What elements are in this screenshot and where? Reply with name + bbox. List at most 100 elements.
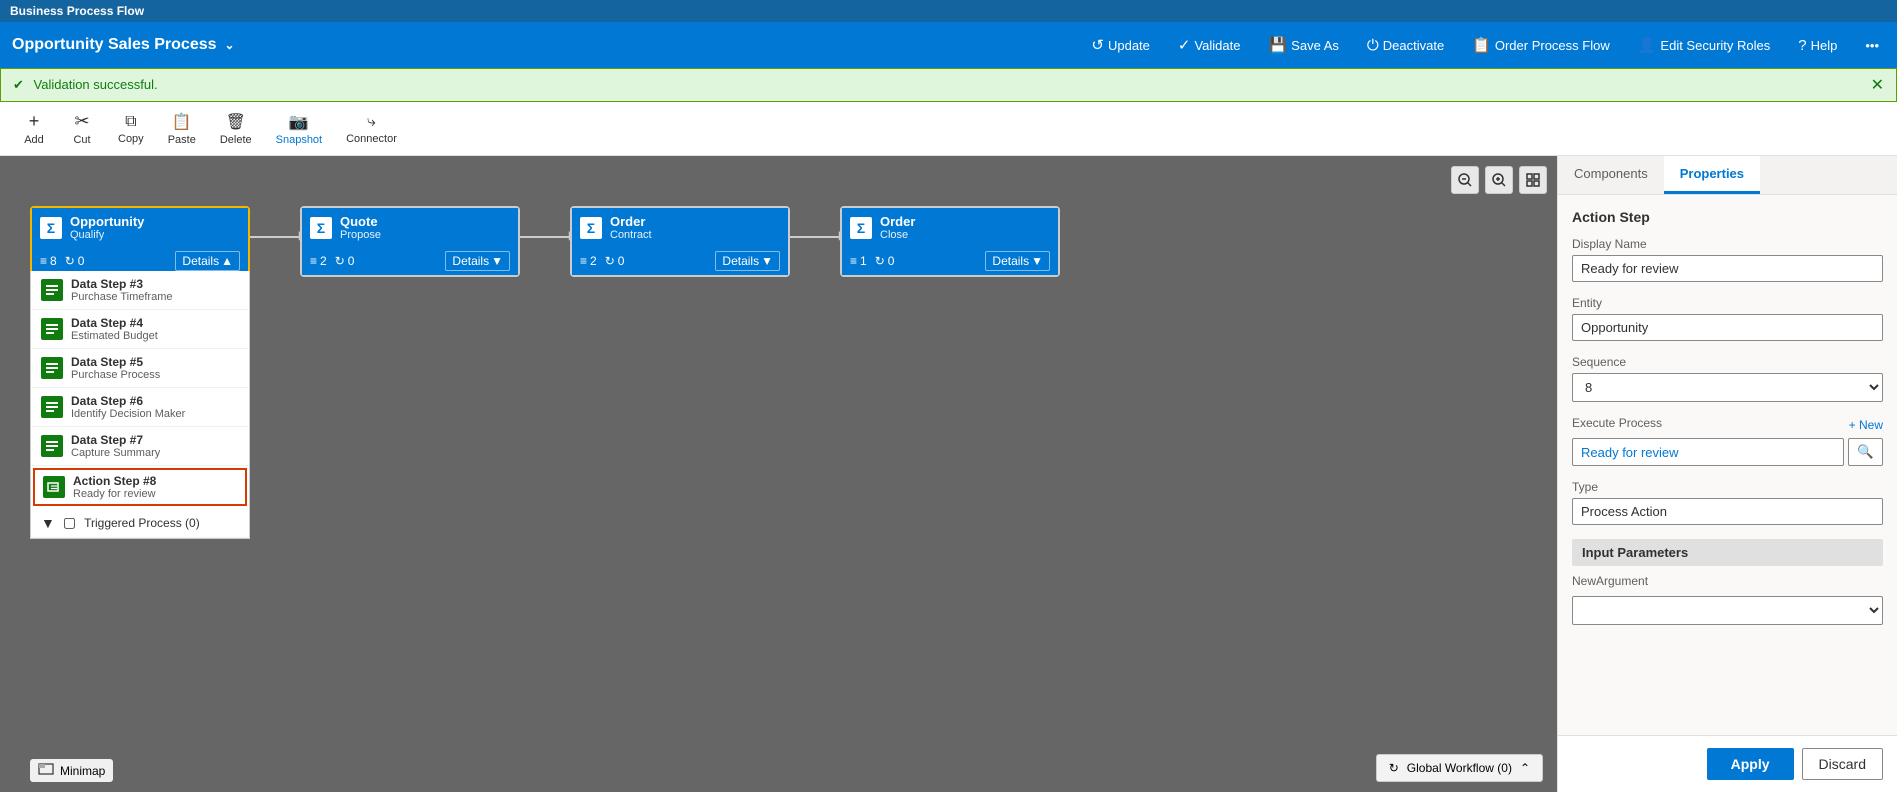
- conditions-icon: ↻: [875, 254, 885, 268]
- nav-left: Opportunity Sales Process ⌄: [12, 36, 235, 54]
- snapshot-button[interactable]: 📷 Snapshot: [266, 108, 332, 150]
- zoom-out-button[interactable]: [1451, 166, 1479, 194]
- snapshot-label: Snapshot: [276, 134, 322, 146]
- stage-order-close[interactable]: Σ Order Close ≡ 1 ↻ 0: [840, 206, 1060, 277]
- global-workflow-collapse-icon[interactable]: ⌃: [1520, 761, 1530, 775]
- edit-security-roles-icon: 👤: [1638, 36, 1657, 54]
- step7-title: Data Step #7: [71, 433, 160, 447]
- order-process-flow-label: Order Process Flow: [1495, 38, 1610, 53]
- tab-components[interactable]: Components: [1558, 156, 1664, 194]
- fit-to-screen-button[interactable]: [1519, 166, 1547, 194]
- sequence-group: Sequence 8: [1572, 355, 1883, 402]
- triggered-process-label: Triggered Process (0): [84, 516, 200, 530]
- display-name-input[interactable]: [1572, 255, 1883, 282]
- stage-opportunity-icon: Σ: [40, 217, 62, 239]
- edit-security-roles-label: Edit Security Roles: [1660, 38, 1770, 53]
- step8-icon: [43, 476, 65, 498]
- stage-opportunity-steps-count: 8: [50, 254, 57, 268]
- sequence-select[interactable]: 8: [1572, 373, 1883, 402]
- entity-input[interactable]: [1572, 314, 1883, 341]
- add-button[interactable]: + Add: [12, 107, 56, 150]
- step-item-6[interactable]: Data Step #6 Identify Decision Maker: [31, 388, 249, 427]
- minimap-bar[interactable]: Minimap: [30, 759, 113, 782]
- step-item-3[interactable]: Data Step #3 Purchase Timeframe: [31, 271, 249, 310]
- step-item-8[interactable]: Action Step #8 Ready for review: [33, 468, 247, 506]
- connector-button[interactable]: ⤷ Connector: [336, 109, 407, 149]
- tab-properties[interactable]: Properties: [1664, 156, 1760, 194]
- canvas[interactable]: Σ Opportunity Qualify ≡ 8 ↻ 0: [0, 156, 1557, 792]
- stage-quote-details-btn[interactable]: Details ▼: [445, 251, 510, 271]
- entity-group: Entity: [1572, 296, 1883, 341]
- cut-button[interactable]: ✂ Cut: [60, 107, 104, 150]
- details-chevron-icon: ▲: [221, 254, 233, 268]
- execute-process-new-link[interactable]: + New: [1849, 418, 1883, 432]
- stage-opportunity[interactable]: Σ Opportunity Qualify ≡ 8 ↻ 0: [30, 206, 250, 277]
- copy-button[interactable]: ⧉ Copy: [108, 109, 154, 149]
- execute-process-search-button[interactable]: 🔍: [1848, 438, 1883, 466]
- delete-button[interactable]: 🗑 Delete: [210, 108, 262, 150]
- step6-text: Data Step #6 Identify Decision Maker: [71, 394, 185, 420]
- update-icon: ↺: [1091, 36, 1104, 54]
- details-label: Details: [452, 254, 489, 268]
- stage-order-contract-header: Σ Order Contract: [572, 208, 788, 247]
- discard-button[interactable]: Discard: [1802, 748, 1883, 780]
- apply-button[interactable]: Apply: [1707, 748, 1794, 780]
- step5-title: Data Step #5: [71, 355, 160, 369]
- minimap-label: Minimap: [60, 764, 105, 778]
- step-item-7[interactable]: Data Step #7 Capture Summary: [31, 427, 249, 466]
- update-button[interactable]: ↺ Update: [1085, 32, 1156, 58]
- process-name[interactable]: Opportunity Sales Process: [12, 36, 217, 54]
- stage-order-contract-steps-count: 2: [590, 254, 597, 268]
- step7-desc: Capture Summary: [71, 447, 160, 459]
- process-name-chevron[interactable]: ⌄: [225, 38, 235, 52]
- stage-quote-subtitle: Propose: [340, 229, 381, 241]
- help-button[interactable]: ? Help: [1792, 33, 1843, 58]
- type-label: Type: [1572, 480, 1883, 494]
- order-process-flow-button[interactable]: 📋 Order Process Flow: [1466, 32, 1616, 58]
- zoom-in-button[interactable]: [1485, 166, 1513, 194]
- cut-label: Cut: [73, 134, 90, 146]
- details-label: Details: [722, 254, 759, 268]
- new-argument-select[interactable]: [1572, 596, 1883, 625]
- panel-section-title: Action Step: [1572, 209, 1883, 225]
- validate-icon: ✓: [1178, 36, 1191, 54]
- validation-check-icon: ✔: [13, 77, 24, 92]
- step8-text: Action Step #8 Ready for review: [73, 474, 156, 500]
- stage-quote[interactable]: Σ Quote Propose ≡ 2 ↻ 0: [300, 206, 520, 277]
- step-item-4[interactable]: Data Step #4 Estimated Budget: [31, 310, 249, 349]
- steps-icon: ≡: [580, 254, 587, 268]
- step7-text: Data Step #7 Capture Summary: [71, 433, 160, 459]
- input-params-group: Input Parameters NewArgument: [1572, 539, 1883, 625]
- stage-order-close-header: Σ Order Close: [842, 208, 1058, 247]
- step-item-5[interactable]: Data Step #5 Purchase Process: [31, 349, 249, 388]
- more-options-button[interactable]: •••: [1859, 34, 1885, 57]
- paste-button[interactable]: 📋 Paste: [158, 108, 206, 150]
- add-icon: +: [29, 111, 40, 132]
- global-workflow[interactable]: ↻ Global Workflow (0) ⌃: [1376, 754, 1543, 782]
- paste-label: Paste: [168, 134, 196, 146]
- step6-title: Data Step #6: [71, 394, 185, 408]
- stage-order-contract-details-btn[interactable]: Details ▼: [715, 251, 780, 271]
- validation-close-icon[interactable]: ✕: [1871, 75, 1884, 95]
- step4-title: Data Step #4: [71, 316, 158, 330]
- step3-title: Data Step #3: [71, 277, 172, 291]
- step7-icon: [41, 435, 63, 457]
- steps-dropdown: Data Step #3 Purchase Timeframe Data Ste…: [30, 271, 250, 539]
- details-chevron-icon: ▼: [761, 254, 773, 268]
- deactivate-button[interactable]: ⏻ Deactivate: [1361, 33, 1450, 58]
- validate-button[interactable]: ✓ Validate: [1172, 32, 1247, 58]
- save-as-button[interactable]: 💾 Save As: [1262, 32, 1344, 58]
- stage-quote-title: Quote: [340, 214, 381, 229]
- step8-desc: Ready for review: [73, 488, 156, 500]
- edit-security-roles-button[interactable]: 👤 Edit Security Roles: [1632, 32, 1777, 58]
- stage-wrapper-order-close: Σ Order Close ≡ 1 ↻ 0: [840, 206, 1060, 277]
- stage-opportunity-details-btn[interactable]: Details ▲: [175, 251, 240, 271]
- stage-order-close-details-btn[interactable]: Details ▼: [985, 251, 1050, 271]
- conditions-icon: ↻: [65, 254, 75, 268]
- panel-footer: Apply Discard: [1558, 735, 1897, 792]
- triggered-process[interactable]: ▼ ▢ Triggered Process (0): [31, 508, 249, 538]
- stage-order-contract-steps: ≡ 2: [580, 254, 597, 268]
- type-input[interactable]: [1572, 498, 1883, 525]
- stage-order-contract[interactable]: Σ Order Contract ≡ 2 ↻ 0: [570, 206, 790, 277]
- execute-process-input[interactable]: [1572, 438, 1844, 466]
